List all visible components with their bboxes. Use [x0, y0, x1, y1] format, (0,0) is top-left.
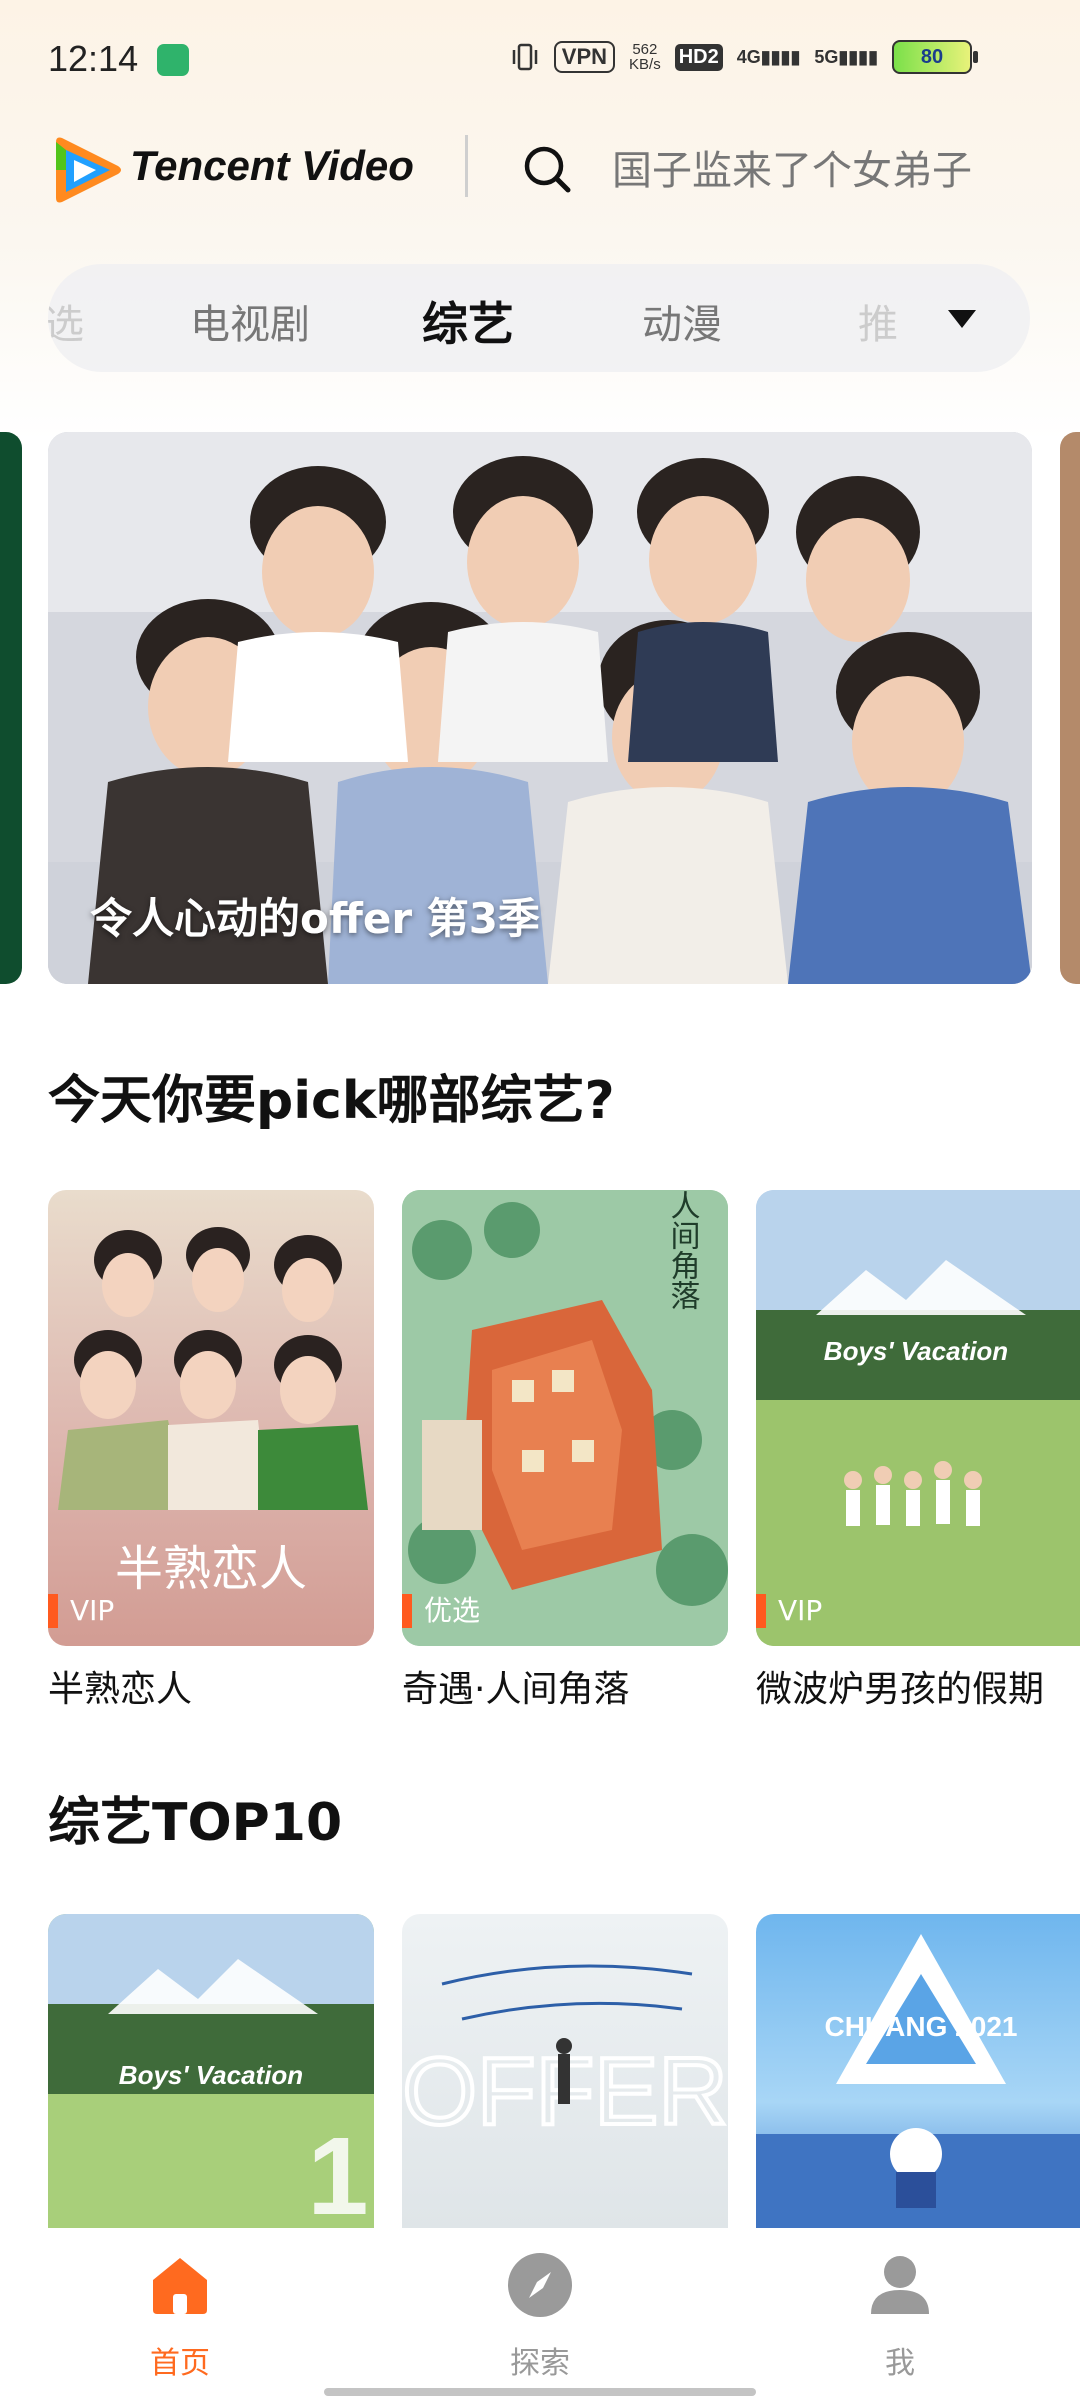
tab-recommended[interactable]: 推 [858, 292, 898, 350]
rank-number: 1 [307, 2115, 368, 2228]
battery-level: 80 [920, 45, 944, 68]
banner-next-peek[interactable] [1060, 432, 1080, 984]
signal-4g-icon: 4G▮▮▮▮ [736, 46, 801, 67]
featured-badge: 优选 [402, 1594, 490, 1628]
battery-icon: 80 [892, 40, 978, 74]
header-divider [465, 135, 468, 197]
tab-featured[interactable]: 选 [48, 292, 84, 350]
search-input[interactable] [610, 140, 1034, 202]
poster-art: Boys' Vacation [756, 1190, 1080, 1646]
show-card[interactable]: 半熟恋人 VIP 半熟恋人 [48, 1190, 374, 1712]
vpn-icon: VPN [553, 41, 616, 73]
show-poster: Boys' Vacation VIP [756, 1190, 1080, 1646]
tab-anime[interactable]: 动漫 [642, 292, 722, 350]
status-time: 12:14 [48, 38, 139, 79]
home-icon [153, 2258, 207, 2314]
poster-title-text: 人间角落 [665, 1190, 700, 1310]
signal-5g-label: 5G [814, 46, 839, 67]
tab-variety[interactable]: 综艺 [422, 288, 514, 354]
nav-label-me: 我 [885, 2346, 915, 2381]
show-card[interactable]: 人间角落 优选 奇遇·人间角落 [402, 1190, 728, 1712]
vip-badge: VIP [48, 1594, 124, 1628]
top10-card[interactable]: Boys' Vacation 1 [48, 1914, 374, 2228]
poster-title-text: Boys' Vacation [119, 2060, 303, 2090]
speed-unit: KB/s [629, 56, 661, 73]
app-logo-text[interactable]: Tencent Video [130, 142, 414, 190]
show-card[interactable]: Boys' Vacation VIP 微波炉男孩的假期 [756, 1190, 1080, 1712]
signal-4g-label: 4G [736, 46, 761, 67]
user-icon [871, 2256, 929, 2314]
home-indicator[interactable] [324, 2388, 756, 2396]
status-icons: VPN 562 KB/s HD2 4G▮▮▮▮ 5G▮▮▮▮ 80 [510, 40, 978, 74]
vibrate-icon [512, 43, 538, 71]
poster-art: 半熟恋人 [58, 1227, 368, 1597]
banner-title: 令人心动的offer 第3季 [90, 894, 540, 943]
poster-title-text: 半熟恋人 [115, 1541, 307, 1597]
poster-art: 人间角落 [402, 1190, 728, 1646]
top10-poster: Boys' Vacation 1 [48, 1914, 374, 2228]
signal-5g-icon: 5G▮▮▮▮ [814, 46, 878, 67]
app-header: Tencent Video [0, 120, 1080, 220]
show-title: 微波炉男孩的假期 [756, 1669, 1045, 1710]
section-title-pick: 今天你要pick哪部综艺? [48, 1071, 615, 1131]
poster-art: Boys' Vacation 1 [48, 1914, 374, 2228]
top10-poster: CHUANG 2021 [756, 1914, 1080, 2228]
top10-poster: OFFER [402, 1914, 728, 2228]
tab-tv-series[interactable]: 电视剧 [190, 292, 310, 350]
top10-card[interactable]: CHUANG 2021 [756, 1914, 1080, 2228]
nav-label-home: 首页 [150, 2346, 210, 2381]
section-title-top10: 综艺TOP10 [48, 1793, 343, 1853]
poster-title-text: CHUANG 2021 [825, 2011, 1018, 2042]
show-poster: 半熟恋人 VIP [48, 1190, 374, 1646]
banner-previous-peek[interactable] [0, 432, 22, 984]
category-tabs: 选 电视剧 综艺 动漫 推 [48, 264, 1030, 372]
compass-icon [508, 2253, 572, 2317]
hd-icon: HD2 [674, 43, 723, 71]
nav-home[interactable]: 首页 [80, 2250, 280, 2382]
show-title: 半熟恋人 [48, 1669, 193, 1710]
status-bar: 12:14 VPN 562 KB/s HD2 4G▮▮▮▮ 5G▮▮▮▮ 80 [0, 0, 1080, 120]
nav-me[interactable]: 我 [800, 2250, 1000, 2382]
nav-explore[interactable]: 探索 [440, 2250, 640, 2382]
vip-badge: VIP [756, 1594, 832, 1628]
show-poster: 人间角落 优选 [402, 1190, 728, 1646]
search-icon[interactable] [520, 142, 574, 196]
bottom-navigation: 首页 探索 我 [0, 2228, 1080, 2408]
tabs-expand-icon[interactable] [944, 300, 980, 336]
featured-banner[interactable]: 令人心动的offer 第3季 [48, 432, 1032, 984]
tencent-video-logo-icon[interactable] [48, 130, 128, 210]
nav-label-explore: 探索 [510, 2346, 570, 2381]
network-speed: 562 KB/s [629, 42, 661, 72]
poster-title-text: Boys' Vacation [824, 1336, 1008, 1366]
show-title: 奇遇·人间角落 [402, 1669, 630, 1710]
top10-card[interactable]: OFFER [402, 1914, 728, 2228]
poster-art: CHUANG 2021 [756, 1934, 1080, 2228]
poster-art: OFFER [402, 1964, 728, 2147]
notification-app-icon [157, 44, 189, 76]
